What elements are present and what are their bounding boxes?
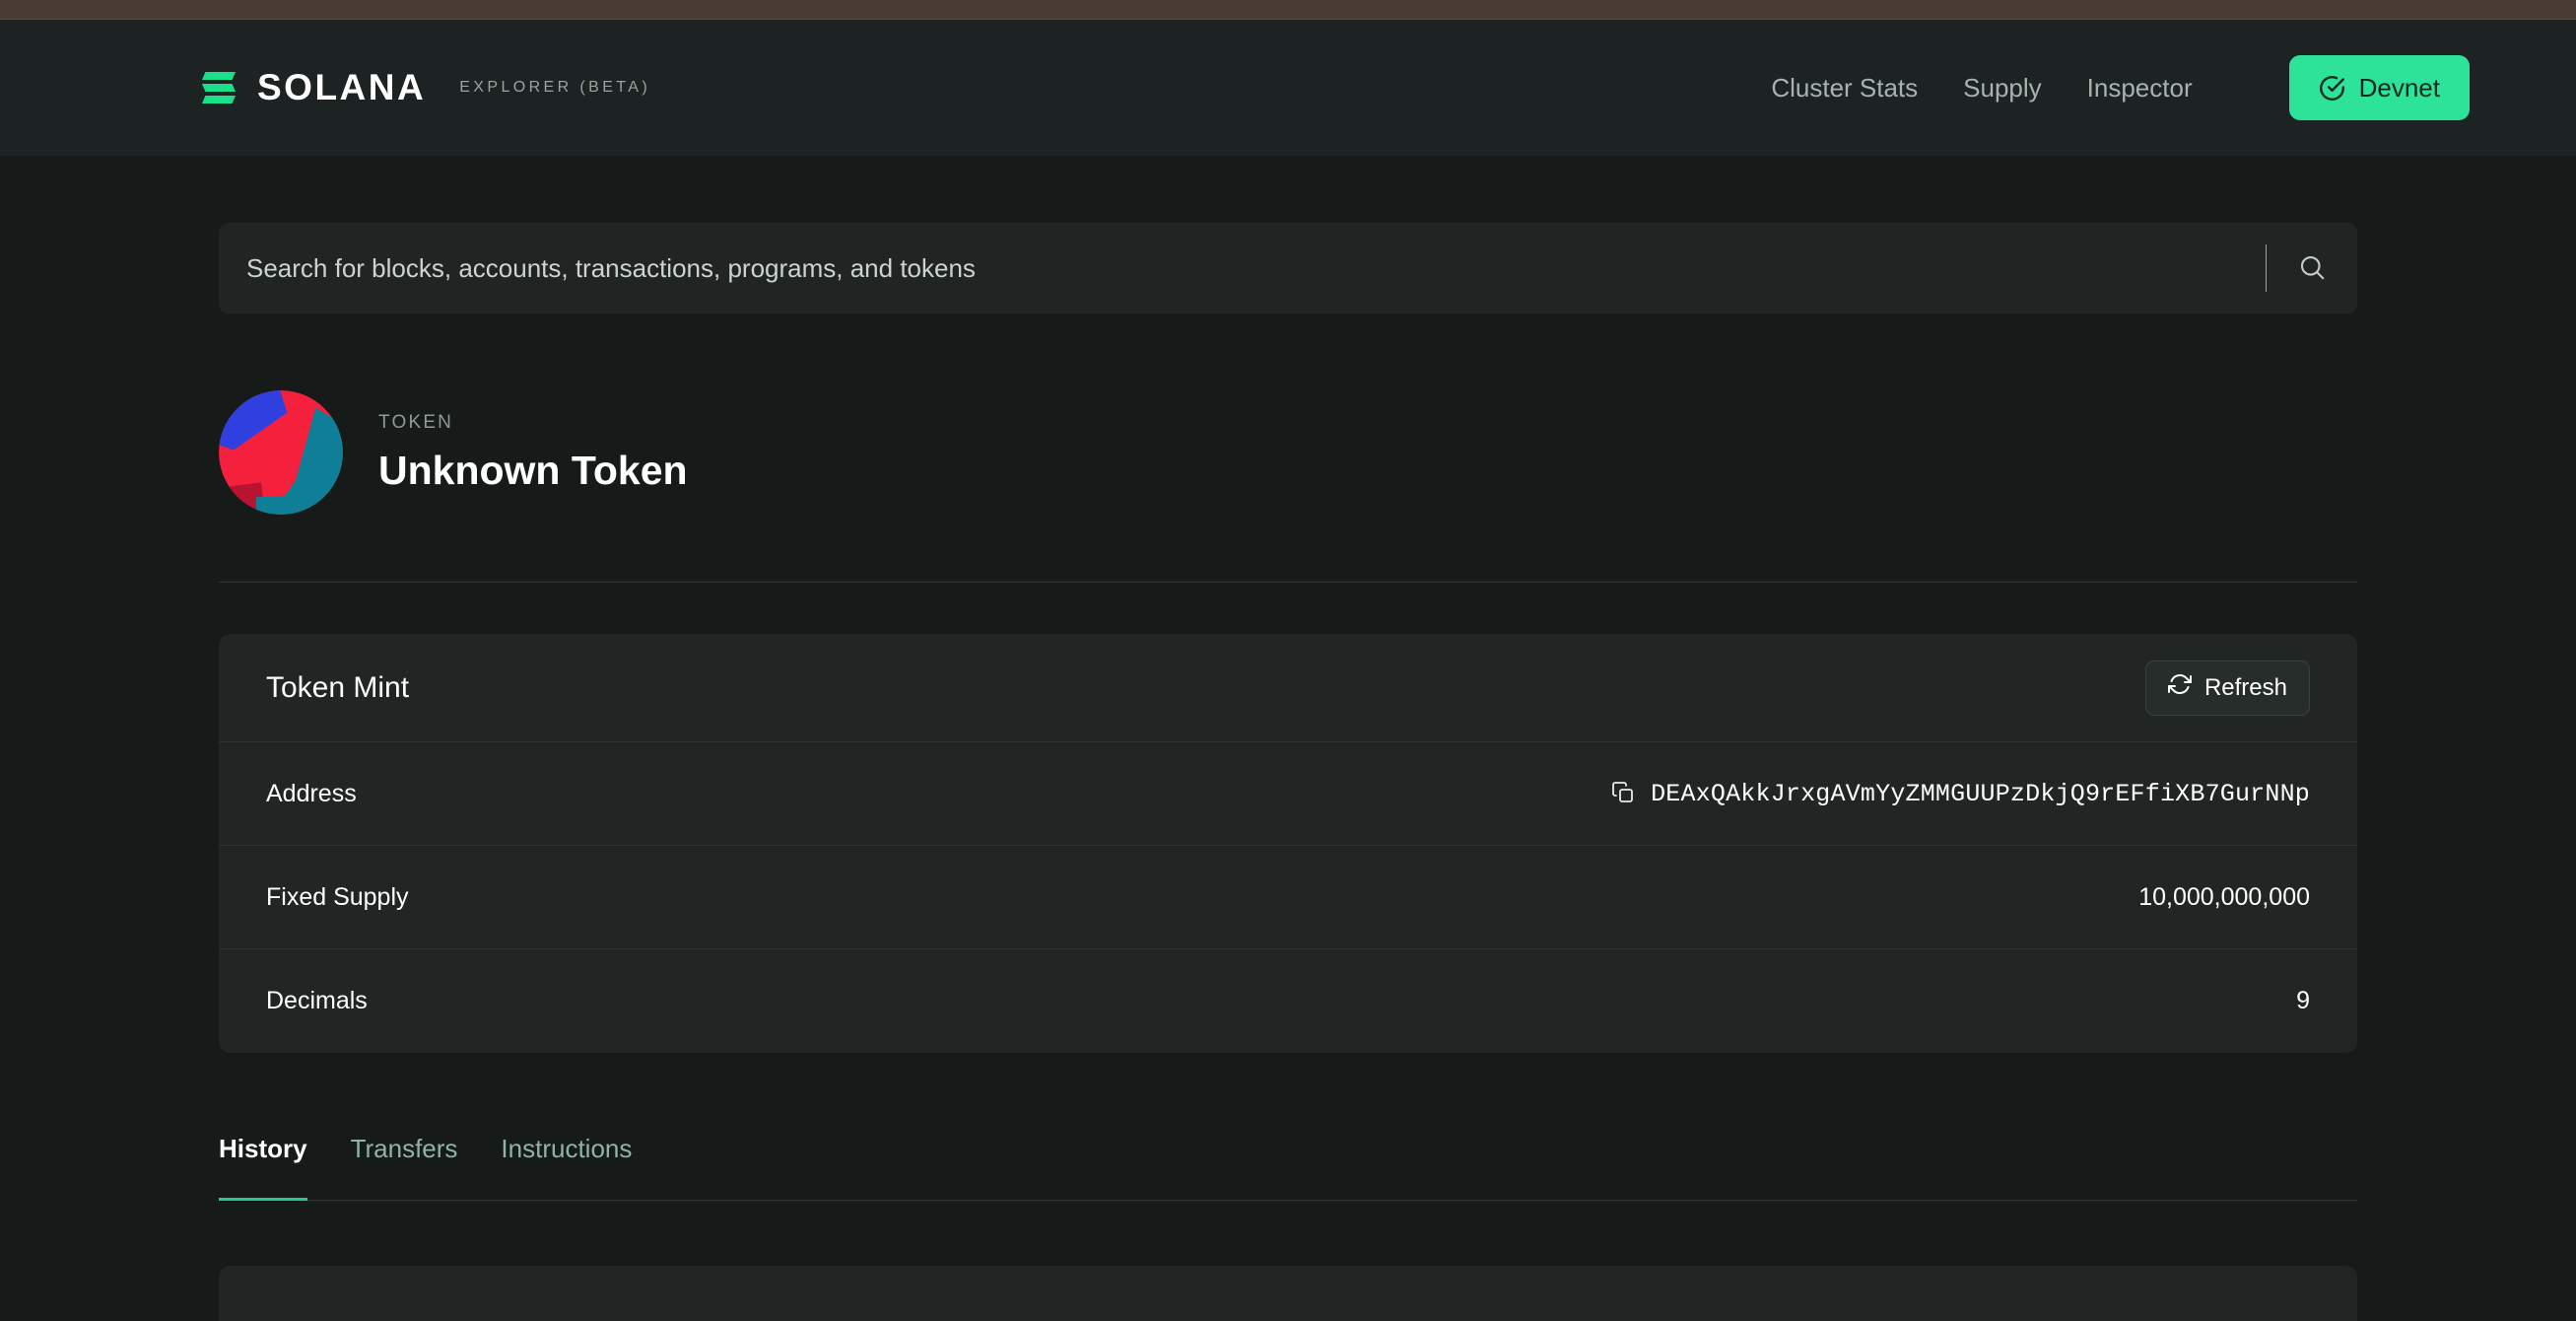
cluster-devnet-button[interactable]: Devnet — [2289, 55, 2470, 120]
solana-explorer-brand[interactable]: SOLANA EXPLORER (BETA) — [202, 67, 650, 108]
browser-chrome-strip — [0, 0, 2576, 20]
tab-transfers[interactable]: Transfers — [329, 1134, 480, 1200]
card-header: Token Mint Refresh — [219, 634, 2357, 742]
refresh-button[interactable]: Refresh — [2145, 660, 2310, 716]
search-input[interactable] — [246, 253, 2266, 284]
token-meta: TOKEN Unknown Token — [378, 412, 688, 494]
navbar-right-group: Cluster Stats Supply Inspector Devnet — [1771, 55, 2470, 120]
nav-link-supply[interactable]: Supply — [1963, 73, 2042, 104]
copy-icon — [1611, 781, 1635, 807]
brand-name: SOLANA — [257, 67, 426, 108]
page-title: Unknown Token — [378, 448, 688, 494]
check-circle-icon — [2319, 75, 2345, 102]
table-row: Decimals 9 — [219, 949, 2357, 1053]
token-header: TOKEN Unknown Token — [219, 390, 2357, 583]
row-value-decimals: 9 — [2296, 987, 2310, 1015]
page-content: TOKEN Unknown Token Token Mint Refresh A… — [0, 223, 2576, 1321]
refresh-button-label: Refresh — [2204, 674, 2287, 702]
refresh-icon — [2168, 672, 2192, 703]
nav-link-cluster-stats[interactable]: Cluster Stats — [1771, 73, 1918, 104]
history-results-card — [219, 1266, 2357, 1321]
tab-bar: History Transfers Instructions — [219, 1134, 2357, 1201]
token-mint-card: Token Mint Refresh Address — [219, 634, 2357, 1053]
cluster-button-label: Devnet — [2359, 73, 2440, 104]
top-navbar: SOLANA EXPLORER (BETA) Cluster Stats Sup… — [0, 20, 2576, 156]
tab-instructions[interactable]: Instructions — [479, 1134, 653, 1200]
row-value-fixed-supply: 10,000,000,000 — [2138, 883, 2310, 912]
table-row: Fixed Supply 10,000,000,000 — [219, 846, 2357, 949]
search-icon — [2297, 252, 2327, 285]
row-label-decimals: Decimals — [266, 987, 368, 1015]
search-bar[interactable] — [219, 223, 2357, 313]
solana-logo-icon — [202, 72, 236, 104]
search-submit-button[interactable] — [2267, 223, 2357, 313]
row-label-address: Address — [266, 780, 357, 808]
card-title: Token Mint — [266, 671, 409, 705]
token-kind-label: TOKEN — [378, 412, 688, 434]
table-row: Address DEAxQAkkJrxgAVmYyZMMGUUPzDkjQ9rE… — [219, 742, 2357, 846]
token-identicon — [219, 390, 343, 515]
copy-address-button[interactable] — [1611, 781, 1635, 807]
row-label-fixed-supply: Fixed Supply — [266, 883, 409, 912]
address-text: DEAxQAkkJrxgAVmYyZMMGUUPzDkjQ9rEFfiXB7Gu… — [1651, 780, 2310, 808]
nav-link-inspector[interactable]: Inspector — [2087, 73, 2193, 104]
tab-history[interactable]: History — [219, 1134, 329, 1200]
brand-subtitle: EXPLORER (BETA) — [459, 79, 650, 97]
row-value-address: DEAxQAkkJrxgAVmYyZMMGUUPzDkjQ9rEFfiXB7Gu… — [1611, 780, 2310, 808]
